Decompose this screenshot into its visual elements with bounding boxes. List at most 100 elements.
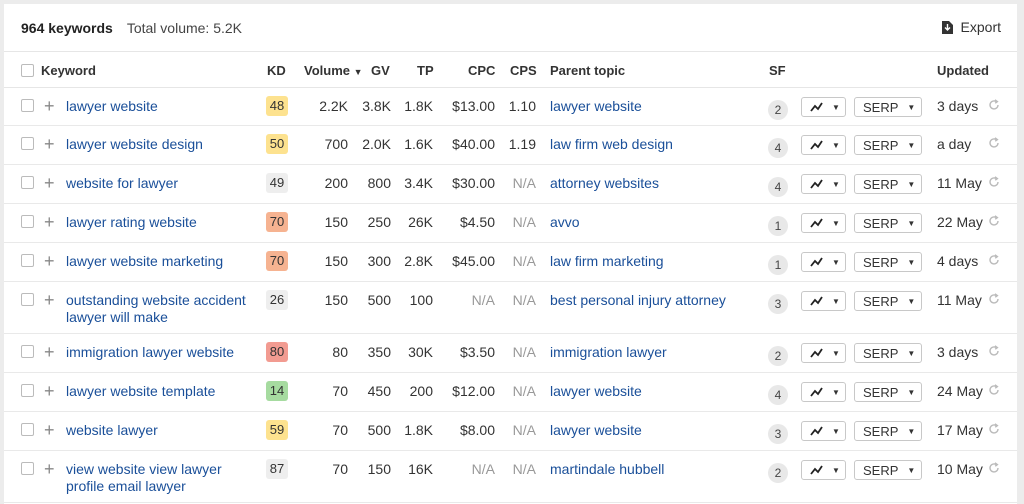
serp-features-count[interactable]: 3	[768, 294, 788, 314]
parent-topic-link[interactable]: attorney websites	[550, 175, 659, 191]
row-checkbox[interactable]	[21, 254, 34, 267]
add-to-list-icon[interactable]: +	[44, 343, 55, 361]
col-kd[interactable]: KD	[267, 63, 286, 78]
row-checkbox[interactable]	[21, 423, 34, 436]
col-cpc[interactable]: CPC	[468, 63, 495, 78]
serp-button[interactable]: SERP ▼	[854, 97, 922, 117]
add-to-list-icon[interactable]: +	[44, 421, 55, 439]
parent-topic-link[interactable]: law firm web design	[550, 136, 673, 152]
trend-chart-button[interactable]: ▼	[801, 343, 846, 363]
refresh-icon[interactable]	[988, 175, 1000, 191]
row-checkbox[interactable]	[21, 345, 34, 358]
row-checkbox[interactable]	[21, 176, 34, 189]
trend-chart-button[interactable]: ▼	[801, 252, 846, 272]
parent-topic-link[interactable]: martindale hubbell	[550, 461, 664, 477]
export-button[interactable]: Export	[941, 19, 1001, 35]
row-checkbox[interactable]	[21, 462, 34, 475]
add-to-list-icon[interactable]: +	[44, 213, 55, 231]
serp-button[interactable]: SERP ▼	[854, 460, 922, 480]
trend-chart-button[interactable]: ▼	[801, 291, 846, 311]
serp-features-count[interactable]: 2	[768, 346, 788, 366]
row-checkbox[interactable]	[21, 384, 34, 397]
serp-features-count[interactable]: 3	[768, 424, 788, 444]
trend-chart-button[interactable]: ▼	[801, 174, 846, 194]
serp-features-count[interactable]: 2	[768, 100, 788, 120]
cpc-value: $45.00	[452, 253, 495, 269]
refresh-icon[interactable]	[988, 461, 1000, 477]
refresh-icon[interactable]	[988, 422, 1000, 438]
refresh-icon[interactable]	[988, 214, 1000, 230]
trend-chart-button[interactable]: ▼	[801, 135, 846, 155]
row-checkbox[interactable]	[21, 215, 34, 228]
keyword-link[interactable]: lawyer website template	[66, 383, 256, 400]
keyword-link[interactable]: lawyer website design	[66, 136, 256, 153]
cps-value: N/A	[512, 461, 536, 477]
refresh-icon[interactable]	[988, 383, 1000, 399]
chevron-down-icon: ▼	[832, 348, 840, 358]
add-to-list-icon[interactable]: +	[44, 135, 55, 153]
row-checkbox[interactable]	[21, 293, 34, 306]
keyword-link[interactable]: immigration lawyer website	[66, 344, 256, 361]
keyword-count: 964 keywords	[21, 19, 113, 36]
add-to-list-icon[interactable]: +	[44, 252, 55, 270]
refresh-icon[interactable]	[988, 292, 1000, 308]
trend-chart-button[interactable]: ▼	[801, 460, 846, 480]
serp-button[interactable]: SERP ▼	[854, 291, 922, 311]
col-cps[interactable]: CPS	[510, 63, 537, 78]
keyword-link[interactable]: lawyer website marketing	[66, 253, 256, 270]
row-checkbox[interactable]	[21, 99, 34, 112]
col-sf[interactable]: SF	[769, 63, 786, 78]
refresh-icon[interactable]	[988, 136, 1000, 152]
col-updated[interactable]: Updated	[937, 63, 989, 78]
serp-button[interactable]: SERP ▼	[854, 252, 922, 272]
parent-topic-link[interactable]: law firm marketing	[550, 253, 664, 269]
serp-button[interactable]: SERP ▼	[854, 135, 922, 155]
serp-features-count[interactable]: 1	[768, 216, 788, 236]
parent-topic-link[interactable]: immigration lawyer	[550, 344, 667, 360]
keyword-link[interactable]: website lawyer	[66, 422, 256, 439]
col-volume[interactable]: Volume ▼	[304, 63, 363, 78]
col-keyword[interactable]: Keyword	[41, 63, 96, 78]
keyword-link[interactable]: lawyer website	[66, 98, 256, 115]
trend-chart-button[interactable]: ▼	[801, 421, 846, 441]
updated-value: 17 May	[937, 422, 983, 438]
serp-features-count[interactable]: 2	[768, 463, 788, 483]
parent-topic-link[interactable]: lawyer website	[550, 422, 642, 438]
refresh-icon[interactable]	[988, 253, 1000, 269]
add-to-list-icon[interactable]: +	[44, 382, 55, 400]
select-all-checkbox[interactable]	[21, 64, 34, 77]
serp-button[interactable]: SERP ▼	[854, 343, 922, 363]
table-row: + lawyer rating website 70 150 250 26K $4.50 N/…	[4, 204, 1017, 243]
serp-features-count[interactable]: 4	[768, 385, 788, 405]
serp-button[interactable]: SERP ▼	[854, 174, 922, 194]
keyword-link[interactable]: website for lawyer	[66, 175, 256, 192]
trend-chart-button[interactable]: ▼	[801, 382, 846, 402]
parent-topic-link[interactable]: avvo	[550, 214, 580, 230]
refresh-icon[interactable]	[988, 98, 1000, 114]
trend-chart-button[interactable]: ▼	[801, 97, 846, 117]
serp-button[interactable]: SERP ▼	[854, 382, 922, 402]
parent-topic-link[interactable]: lawyer website	[550, 383, 642, 399]
serp-features-count[interactable]: 4	[768, 138, 788, 158]
refresh-icon[interactable]	[988, 344, 1000, 360]
col-tp[interactable]: TP	[417, 63, 434, 78]
serp-label: SERP	[863, 384, 899, 400]
table-row: + lawyer website design 50 700 2.0K 1.6K $40.0…	[4, 126, 1017, 165]
keyword-link[interactable]: outstanding website accident lawyer will…	[66, 292, 256, 326]
serp-features-count[interactable]: 1	[768, 255, 788, 275]
col-parent-topic[interactable]: Parent topic	[550, 63, 625, 78]
trend-chart-button[interactable]: ▼	[801, 213, 846, 233]
add-to-list-icon[interactable]: +	[44, 97, 55, 115]
keyword-link[interactable]: lawyer rating website	[66, 214, 256, 231]
keyword-link[interactable]: view website view lawyer profile email l…	[66, 461, 256, 495]
add-to-list-icon[interactable]: +	[44, 460, 55, 478]
add-to-list-icon[interactable]: +	[44, 174, 55, 192]
serp-button[interactable]: SERP ▼	[854, 421, 922, 441]
parent-topic-link[interactable]: best personal injury attorney	[550, 292, 726, 308]
serp-features-count[interactable]: 4	[768, 177, 788, 197]
parent-topic-link[interactable]: lawyer website	[550, 98, 642, 114]
row-checkbox[interactable]	[21, 137, 34, 150]
serp-button[interactable]: SERP ▼	[854, 213, 922, 233]
add-to-list-icon[interactable]: +	[44, 291, 55, 309]
col-gv[interactable]: GV	[371, 63, 390, 78]
